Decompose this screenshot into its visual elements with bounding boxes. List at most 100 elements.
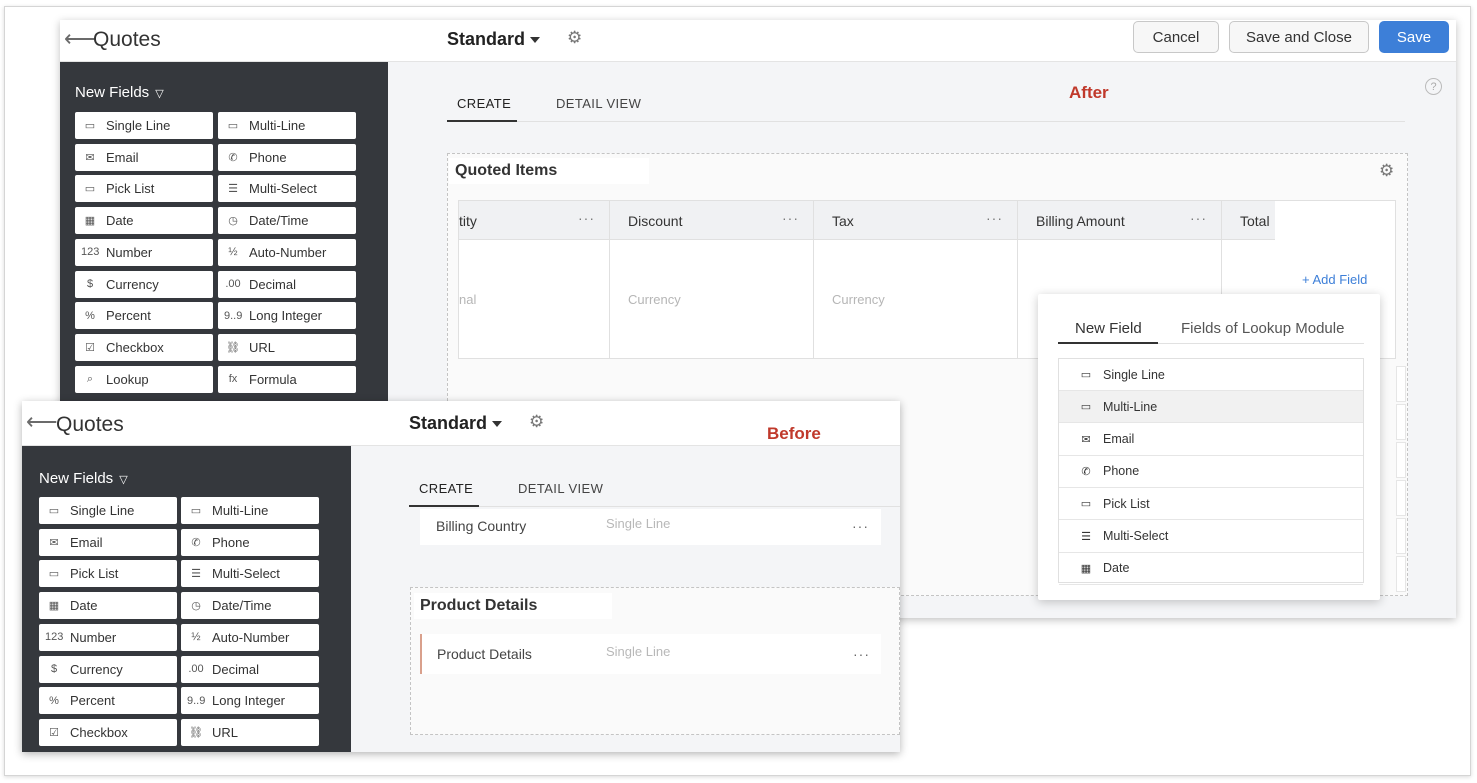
section-title: Quoted Items bbox=[449, 158, 649, 184]
cancel-button[interactable]: Cancel bbox=[1133, 21, 1219, 53]
field-type-multi-line[interactable]: ▭ Multi-Line bbox=[181, 497, 319, 524]
field-type-decimal[interactable]: .00 Decimal bbox=[218, 270, 356, 298]
tab-detail-view[interactable]: DETAIL VIEW bbox=[518, 481, 603, 496]
caret-down-icon[interactable] bbox=[530, 37, 540, 43]
field-type-lookup[interactable]: ⌕ Lookup bbox=[75, 365, 213, 393]
tab-detail-view[interactable]: DETAIL VIEW bbox=[556, 96, 641, 111]
before-window: ⟵ Quotes Standard ⚙ Before New Fields ▽ ▭… bbox=[22, 401, 900, 752]
back-arrow-icon[interactable]: ⟵ bbox=[26, 411, 58, 433]
single-line-icon: ▭ bbox=[84, 120, 96, 132]
layout-name[interactable]: Standard bbox=[409, 413, 487, 434]
field-type-multi-line[interactable]: ▭ Multi-Line bbox=[218, 112, 356, 139]
layout-name[interactable]: Standard bbox=[447, 29, 525, 50]
new-fields-title[interactable]: New Fields ▽ bbox=[75, 84, 164, 101]
field-label: Product Details bbox=[437, 646, 532, 662]
field-type-email[interactable]: ✉ Email bbox=[39, 528, 177, 556]
help-icon[interactable]: ? bbox=[1425, 78, 1442, 95]
percent-icon: % bbox=[49, 694, 59, 707]
field-type-checkbox[interactable]: ☑ Checkbox bbox=[75, 333, 213, 361]
popover-tab-new-field[interactable]: New Field bbox=[1075, 320, 1142, 337]
billing-country-row[interactable]: Billing Country Single Line ··· bbox=[420, 509, 881, 545]
popover-tab-indicator bbox=[1058, 342, 1158, 344]
multi-select-icon: ☰ bbox=[191, 568, 201, 581]
popover-field-list: ▭ Single Line ▭ Multi-Line ✉ Email ✆ Phone ▭ Pick… bbox=[1058, 358, 1364, 585]
row-stub bbox=[1396, 556, 1406, 592]
column-menu-icon[interactable]: ··· bbox=[782, 210, 799, 226]
popover-item-multi-select[interactable]: ☰ Multi-Select bbox=[1059, 521, 1363, 553]
column-menu-icon[interactable]: ··· bbox=[578, 210, 595, 226]
popover-item-email[interactable]: ✉ Email bbox=[1059, 424, 1363, 456]
field-type-url[interactable]: ⛓ URL bbox=[181, 718, 319, 746]
field-type-label: Multi-Select bbox=[212, 566, 280, 582]
tab-create[interactable]: CREATE bbox=[457, 96, 511, 111]
long-integer-icon: 9..9 bbox=[187, 694, 206, 707]
gear-icon[interactable]: ⚙ bbox=[529, 413, 544, 430]
currency-icon: $ bbox=[86, 278, 94, 290]
field-type-label: Auto-Number bbox=[212, 629, 290, 645]
field-type-single-line[interactable]: ▭ Single Line bbox=[39, 497, 177, 524]
row-stub bbox=[1396, 442, 1406, 478]
field-type-date-time[interactable]: ◷ Date/Time bbox=[181, 592, 319, 620]
field-type-percent[interactable]: % Percent bbox=[39, 687, 177, 715]
gear-icon[interactable]: ⚙ bbox=[567, 29, 582, 46]
field-type-currency[interactable]: $ Currency bbox=[39, 655, 177, 683]
field-type-label: Auto-Number bbox=[249, 244, 327, 260]
tab-create[interactable]: CREATE bbox=[419, 481, 473, 496]
save-and-close-button[interactable]: Save and Close bbox=[1229, 21, 1369, 53]
field-type-pick-list[interactable]: ▭ Pick List bbox=[39, 560, 177, 588]
popover-item-phone[interactable]: ✆ Phone bbox=[1059, 456, 1363, 488]
field-type-label: Percent bbox=[106, 308, 151, 324]
date-icon: ▦ bbox=[48, 600, 60, 613]
new-fields-label: New Fields bbox=[39, 470, 114, 487]
field-type-currency[interactable]: $ Currency bbox=[75, 270, 213, 298]
email-icon: ✉ bbox=[1081, 433, 1091, 446]
field-type-label: Multi-Select bbox=[249, 181, 317, 197]
field-type-date[interactable]: ▦ Date bbox=[75, 207, 213, 235]
date-icon: ▦ bbox=[84, 215, 96, 228]
field-type-date-time[interactable]: ◷ Date/Time bbox=[218, 207, 356, 235]
field-type-phone[interactable]: ✆ Phone bbox=[181, 528, 319, 556]
field-type-label: Percent bbox=[70, 693, 115, 709]
row-stub bbox=[1396, 480, 1406, 516]
field-type-decimal[interactable]: .00 Decimal bbox=[181, 655, 319, 683]
field-type-multi-select[interactable]: ☰ Multi-Select bbox=[218, 175, 356, 203]
field-type-email[interactable]: ✉ Email bbox=[75, 143, 213, 171]
field-type-checkbox[interactable]: ☑ Checkbox bbox=[39, 718, 177, 746]
caret-down-icon[interactable] bbox=[492, 421, 502, 427]
section-gear-icon[interactable]: ⚙ bbox=[1379, 162, 1394, 179]
popover-tab-lookup-fields[interactable]: Fields of Lookup Module bbox=[1181, 320, 1344, 337]
field-type-percent[interactable]: % Percent bbox=[75, 302, 213, 330]
field-type-url[interactable]: ⛓ URL bbox=[218, 333, 356, 361]
popover-item-label: Multi-Line bbox=[1103, 399, 1158, 414]
add-field-link[interactable]: + Add Field bbox=[1302, 272, 1367, 287]
column-menu-icon[interactable]: ··· bbox=[1190, 210, 1207, 226]
popover-item-multi-line[interactable]: ▭ Multi-Line bbox=[1059, 391, 1363, 424]
row-menu-icon[interactable]: ··· bbox=[852, 518, 869, 534]
field-type-pick-list[interactable]: ▭ Pick List bbox=[75, 175, 213, 203]
field-type-label: Checkbox bbox=[106, 339, 164, 355]
new-fields-title[interactable]: New Fields ▽ bbox=[39, 470, 128, 487]
product-details-row[interactable]: Product Details Single Line ··· bbox=[420, 634, 881, 674]
back-arrow-icon[interactable]: ⟵ bbox=[64, 28, 96, 50]
field-type-multi-select[interactable]: ☰ Multi-Select bbox=[181, 560, 319, 588]
field-type-auto-number[interactable]: ½ Auto-Number bbox=[181, 623, 319, 651]
field-type-number[interactable]: 123 Number bbox=[75, 238, 213, 266]
field-type-phone[interactable]: ✆ Phone bbox=[218, 143, 356, 171]
row-menu-icon[interactable]: ··· bbox=[853, 646, 870, 662]
field-type-formula[interactable]: fx Formula bbox=[218, 365, 356, 393]
save-button[interactable]: Save bbox=[1379, 21, 1449, 53]
chevron-down-icon: ▽ bbox=[119, 474, 128, 486]
module-title: Quotes bbox=[93, 28, 161, 51]
field-type-long-integer[interactable]: 9..9 Long Integer bbox=[218, 302, 356, 330]
popover-item-date[interactable]: ▦ Date bbox=[1059, 553, 1363, 585]
field-type-long-integer[interactable]: 9..9 Long Integer bbox=[181, 687, 319, 715]
popover-item-single-line[interactable]: ▭ Single Line bbox=[1059, 359, 1363, 391]
column-menu-icon[interactable]: ··· bbox=[986, 210, 1003, 226]
field-type-auto-number[interactable]: ½ Auto-Number bbox=[218, 238, 356, 266]
popover-item-label: Pick List bbox=[1103, 496, 1150, 511]
popover-item-pick-list[interactable]: ▭ Pick List bbox=[1059, 488, 1363, 521]
field-type-single-line[interactable]: ▭ Single Line bbox=[75, 112, 213, 139]
field-type-date[interactable]: ▦ Date bbox=[39, 592, 177, 620]
column-cell-type: Currency bbox=[628, 292, 681, 307]
field-type-number[interactable]: 123 Number bbox=[39, 623, 177, 651]
